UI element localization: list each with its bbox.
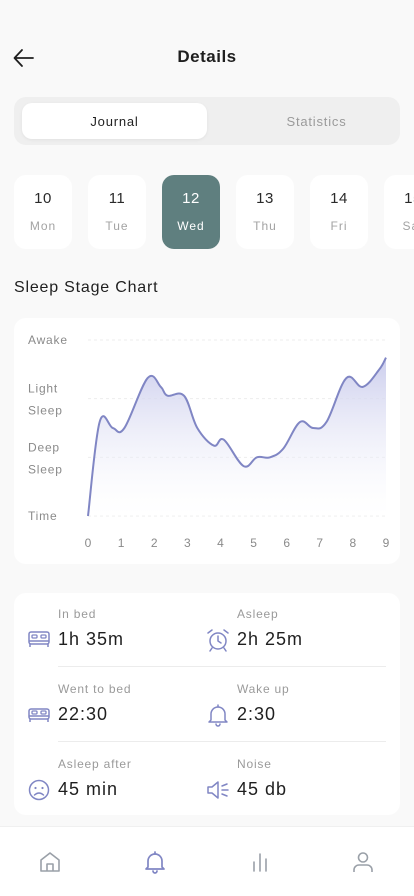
bottom-tab-bar	[0, 826, 414, 896]
sleep-stage-chart: Awake Light Sleep Deep Sleep Time 0 1 2 3 4 5 6 7 8 9	[14, 318, 400, 564]
stat-value: 2h 25m	[237, 629, 304, 649]
stat-asleep-after: Asleep after 45 min	[26, 757, 206, 817]
sleep-area	[88, 357, 386, 516]
bar-chart-icon	[253, 853, 267, 872]
day-number: 12	[182, 190, 200, 207]
day-name: Fri	[330, 219, 348, 233]
x-tick-label: 2	[151, 536, 158, 550]
day-number: 10	[34, 190, 52, 207]
x-tick-label: 6	[283, 536, 290, 550]
stat-label: In bed	[58, 607, 97, 621]
divider	[58, 741, 386, 742]
divider	[58, 666, 386, 667]
day-name: Wed	[177, 219, 205, 233]
stat-in-bed: In bed 1h 35m	[26, 607, 206, 667]
stat-label: Asleep after	[58, 757, 132, 771]
x-tick-label: 0	[85, 536, 92, 550]
bed-icon	[28, 708, 50, 722]
y-axis-label: Sleep	[28, 462, 63, 476]
header: Details	[0, 0, 414, 100]
stat-value: 22:30	[58, 704, 109, 724]
tab-profile[interactable]	[348, 847, 378, 877]
bell-icon	[145, 851, 165, 874]
x-tick-label: 3	[184, 536, 191, 550]
day-sat[interactable]: 15 Sat	[384, 175, 414, 249]
stat-value: 45 db	[237, 779, 288, 799]
segmented-control: Journal Statistics	[14, 97, 400, 145]
stat-value: 1h 35m	[58, 629, 125, 649]
day-name: Tue	[105, 219, 129, 233]
sleep-chart-svg: Awake Light Sleep Deep Sleep Time 0 1 2 3 4 5 6 7 8 9	[28, 333, 390, 550]
x-tick-label: 9	[383, 536, 390, 550]
tab-journal[interactable]: Journal	[22, 103, 207, 139]
stat-wake-up: Wake up 2:30	[205, 682, 385, 742]
day-fri[interactable]: 14 Fri	[310, 175, 368, 249]
tab-statistics[interactable]: Statistics	[224, 103, 409, 139]
stat-noise: Noise 45 db	[205, 757, 385, 817]
day-mon[interactable]: 10 Mon	[14, 175, 72, 249]
user-icon	[353, 852, 373, 872]
x-tick-label: 4	[217, 536, 224, 550]
page-title: Details	[177, 47, 237, 66]
stat-asleep: Asleep 2h 25m	[205, 607, 385, 667]
stat-went-to-bed: Went to bed 22:30	[26, 682, 206, 742]
day-thu[interactable]: 13 Thu	[236, 175, 294, 249]
day-number: 14	[330, 190, 348, 207]
speaker-icon	[207, 781, 229, 799]
y-axis-label: Sleep	[28, 404, 63, 418]
day-number: 13	[256, 190, 274, 207]
x-tick-label: 8	[350, 536, 357, 550]
section-title: Sleep Stage Chart	[14, 279, 159, 296]
y-axis-label: Light	[28, 382, 58, 396]
stat-label: Went to bed	[58, 682, 132, 696]
stat-label: Asleep	[237, 607, 279, 621]
stat-value: 2:30	[237, 704, 277, 724]
stat-value: 45 min	[58, 779, 119, 799]
day-wed[interactable]: 12 Wed	[162, 175, 220, 249]
x-tick-label: 7	[316, 536, 323, 550]
stat-label: Wake up	[237, 682, 290, 696]
tab-statistics-nav[interactable]	[245, 847, 275, 877]
tab-home[interactable]	[35, 847, 65, 877]
x-tick-label: 5	[250, 536, 257, 550]
day-number: 15	[404, 190, 414, 207]
stat-label: Noise	[237, 757, 272, 771]
home-icon	[40, 852, 60, 872]
sad-face-icon	[28, 779, 50, 801]
y-axis-label: Time	[28, 509, 57, 523]
tab-alarm[interactable]	[140, 847, 170, 877]
day-name: Sat	[402, 219, 414, 233]
day-name: Mon	[29, 219, 57, 233]
x-tick-label: 1	[118, 536, 125, 550]
day-tue[interactable]: 11 Tue	[88, 175, 146, 249]
bed-icon	[28, 631, 50, 647]
sleep-stats-card: In bed 1h 35m Asleep 2h 25m Went to bed …	[14, 593, 400, 815]
day-name: Thu	[253, 219, 277, 233]
day-number: 11	[108, 190, 126, 207]
bell-icon	[208, 704, 228, 727]
day-selector: 10 Mon 11 Tue 12 Wed 13 Thu 14 Fri 15 Sa…	[0, 175, 414, 249]
y-axis-label: Awake	[28, 333, 68, 347]
y-axis-label: Deep	[28, 440, 60, 454]
alarm-clock-icon	[207, 629, 229, 652]
